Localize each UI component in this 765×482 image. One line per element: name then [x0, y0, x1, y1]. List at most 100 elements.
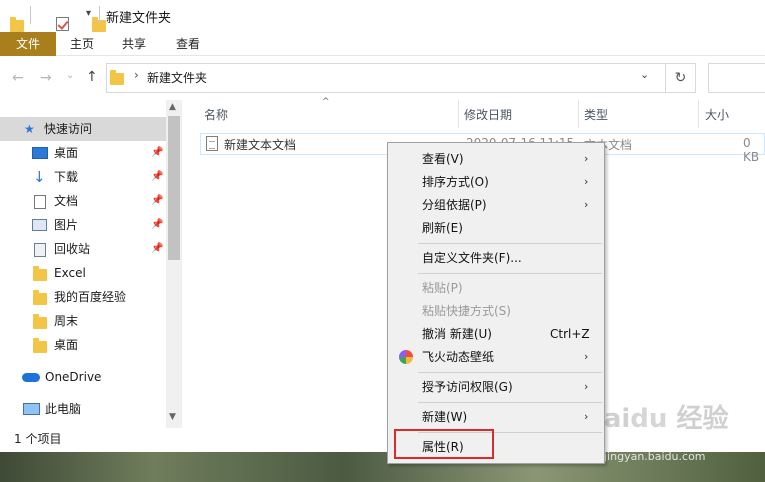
nav-item-label: 回收站 — [54, 242, 91, 256]
folder-icon — [33, 338, 47, 353]
menu-separator — [418, 273, 602, 274]
text-file-icon — [206, 136, 218, 151]
column-divider[interactable] — [458, 100, 459, 128]
nav-scrollbar-thumb[interactable] — [168, 116, 180, 260]
tab-home[interactable]: 主页 — [56, 32, 108, 56]
menu-item-label: 自定义文件夹(F)... — [422, 251, 522, 265]
menu-item-paste: 粘贴(P) — [388, 277, 604, 299]
menu-separator — [418, 243, 602, 244]
column-divider[interactable] — [698, 100, 699, 128]
status-item-count: 1 个项目 — [14, 432, 62, 446]
up-arrow-icon[interactable]: ↑ — [86, 69, 98, 85]
menu-item-shortcut: Ctrl+Z — [550, 327, 590, 341]
recent-locations-icon[interactable]: ⌄ — [66, 70, 74, 81]
submenu-arrow-icon: › — [584, 350, 589, 363]
tab-file[interactable]: 文件 — [0, 32, 56, 56]
pin-icon[interactable]: 📌 — [151, 189, 163, 213]
cloud-icon — [22, 373, 40, 382]
menu-item-paste-shortcut: 粘贴快捷方式(S) — [388, 300, 604, 322]
menu-item-label: 刷新(E) — [422, 221, 463, 235]
menu-item-label: 新建(W) — [422, 410, 468, 424]
nav-item-downloads[interactable]: ↓ 下载 📌 — [0, 165, 166, 189]
baidu-watermark-logo: Baidu 经验 — [584, 404, 729, 434]
nav-item-desktop[interactable]: 桌面 📌 — [0, 141, 166, 165]
address-dropdown-icon[interactable]: ⌄ — [640, 68, 649, 81]
file-size: 0 KB — [743, 136, 760, 164]
column-header-name[interactable]: 名称 — [204, 104, 228, 126]
ribbon-tabs: 文件 主页 共享 查看 — [0, 32, 765, 56]
nav-item-label: 此电脑 — [45, 402, 82, 416]
refresh-icon[interactable]: ↻ — [666, 63, 696, 93]
menu-item-label: 粘贴(P) — [422, 281, 463, 295]
tab-view[interactable]: 查看 — [162, 32, 214, 56]
properties-highlight-box — [394, 429, 494, 459]
breadcrumb-chevron-icon[interactable]: › — [134, 68, 139, 82]
column-header-type[interactable]: 类型 — [584, 104, 608, 126]
forward-arrow-icon[interactable]: → — [40, 70, 52, 86]
download-icon: ↓ — [33, 168, 46, 186]
nav-item-quick-access[interactable]: ★ 快速访问 — [0, 117, 166, 141]
nav-item-label: 快速访问 — [44, 122, 93, 136]
pin-icon[interactable]: 📌 — [151, 141, 163, 165]
folder-icon — [10, 17, 24, 32]
scroll-down-icon[interactable]: ▼ — [169, 412, 176, 422]
pin-icon[interactable]: 📌 — [151, 237, 163, 261]
feihuo-wallpaper-icon — [399, 350, 413, 364]
scroll-up-icon[interactable]: ▲ — [169, 102, 176, 112]
sort-ascending-icon: ^ — [322, 97, 330, 107]
menu-item-label: 排序方式(O) — [422, 175, 489, 189]
menu-item-label: 粘贴快捷方式(S) — [422, 304, 511, 318]
nav-item-documents[interactable]: 文档 📌 — [0, 189, 166, 213]
breadcrumb[interactable]: 新建文件夹 — [147, 69, 207, 86]
nav-item-onedrive[interactable]: OneDrive — [0, 365, 166, 389]
submenu-arrow-icon: › — [584, 175, 589, 188]
menu-item-label: 撤消 新建(U) — [422, 327, 492, 341]
desktop-icon — [32, 147, 48, 159]
toolbar-separator — [30, 6, 31, 24]
file-name[interactable]: 新建文本文档 — [224, 136, 296, 153]
computer-icon — [23, 403, 40, 415]
customize-toolbar-icon[interactable]: ▾ — [86, 8, 91, 19]
navigation-pane: ★ 快速访问 桌面 📌 ↓ 下载 📌 文档 📌 图片 📌 回收站 📌 Excel… — [0, 100, 182, 430]
menu-item-undo-new[interactable]: 撤消 新建(U) Ctrl+Z — [388, 323, 604, 345]
nav-item-excel[interactable]: Excel — [0, 261, 166, 285]
properties-icon[interactable] — [56, 17, 69, 31]
nav-item-this-pc[interactable]: 此电脑 — [0, 397, 166, 421]
star-icon: ★ — [24, 122, 35, 136]
menu-item-sort-by[interactable]: 排序方式(O) › — [388, 171, 604, 193]
nav-item-pictures[interactable]: 图片 📌 — [0, 213, 166, 237]
back-arrow-icon[interactable]: ← — [12, 70, 24, 86]
pin-icon[interactable]: 📌 — [151, 165, 163, 189]
nav-item-label: OneDrive — [45, 370, 102, 384]
nav-item-weekend[interactable]: 周末 — [0, 309, 166, 333]
recycle-bin-icon — [34, 243, 46, 257]
nav-item-recycle-bin[interactable]: 回收站 📌 — [0, 237, 166, 261]
menu-item-feihuo-wallpaper[interactable]: 飞火动态壁纸 › — [388, 346, 604, 368]
menu-item-label: 授予访问权限(G) — [422, 380, 513, 394]
nav-item-label: 文档 — [54, 194, 79, 208]
nav-item-desktop-folder[interactable]: 桌面 — [0, 333, 166, 357]
nav-item-label: 我的百度经验 — [54, 290, 127, 304]
menu-item-refresh[interactable]: 刷新(E) — [388, 217, 604, 239]
submenu-arrow-icon: › — [584, 152, 589, 165]
menu-separator — [418, 372, 602, 373]
column-header-modified[interactable]: 修改日期 — [464, 104, 512, 126]
menu-item-group-by[interactable]: 分组依据(P) › — [388, 194, 604, 216]
menu-item-label: 飞火动态壁纸 — [422, 350, 495, 364]
menu-item-customize-folder[interactable]: 自定义文件夹(F)... — [388, 247, 604, 269]
column-divider[interactable] — [578, 100, 579, 128]
menu-item-new[interactable]: 新建(W) › — [388, 406, 604, 428]
title-bar: ▾ 新建文件夹 — [0, 0, 765, 32]
nav-item-baidu-jingyan[interactable]: 我的百度经验 — [0, 285, 166, 309]
column-header-size[interactable]: 大小 — [705, 104, 729, 126]
folder-icon — [33, 266, 47, 281]
menu-item-label: 分组依据(P) — [422, 198, 487, 212]
menu-item-view[interactable]: 查看(V) › — [388, 148, 604, 170]
submenu-arrow-icon: › — [584, 380, 589, 393]
folder-icon — [33, 290, 47, 305]
pin-icon[interactable]: 📌 — [151, 213, 163, 237]
tab-share[interactable]: 共享 — [108, 32, 160, 56]
search-input[interactable] — [708, 63, 765, 93]
menu-item-grant-access[interactable]: 授予访问权限(G) › — [388, 376, 604, 398]
menu-separator — [418, 402, 602, 403]
